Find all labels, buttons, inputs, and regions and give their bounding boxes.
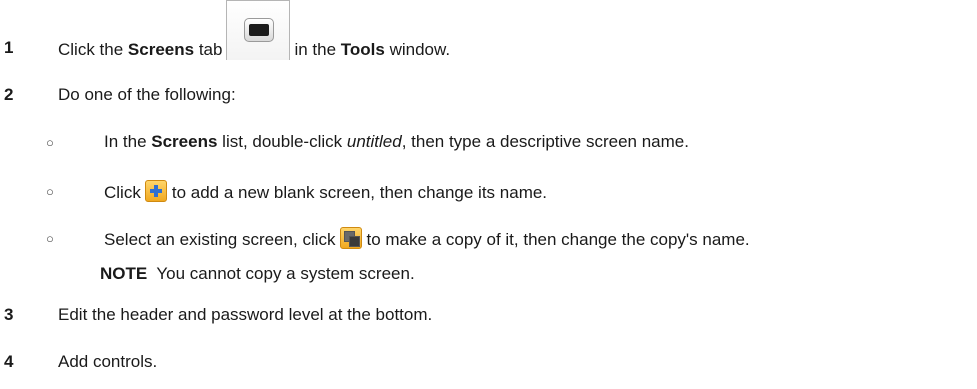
- bullet: ○: [46, 135, 54, 150]
- step-number: 2: [4, 85, 14, 104]
- note-text: NOTE You cannot copy a system screen.: [100, 264, 415, 283]
- step-text: Add controls.: [58, 352, 158, 371]
- step-number: 4: [4, 352, 14, 371]
- step-number: 3: [4, 305, 14, 324]
- note-label: NOTE: [100, 264, 148, 283]
- step-text: Do one of the following:: [58, 85, 236, 104]
- option-text: Click to add a new blank screen, then cha…: [104, 180, 547, 203]
- copy-screen-icon[interactable]: [339, 227, 362, 249]
- screens-label: Screens: [127, 40, 195, 59]
- screens-list-label: Screens: [151, 132, 218, 151]
- tools-label: Tools: [340, 40, 385, 59]
- step-text: Click the Screens tab in the Tools windo…: [58, 0, 450, 60]
- bullet: ○: [46, 184, 54, 199]
- option-text: Select an existing screen, click to make …: [104, 227, 750, 250]
- plus-icon[interactable]: [144, 180, 167, 202]
- untitled-label: untitled: [346, 132, 402, 151]
- step-text: Edit the header and password level at th…: [58, 305, 433, 324]
- step-number: 1: [4, 38, 14, 57]
- instructions-page: 1 Click the Screens tab in the Tools win…: [0, 0, 977, 389]
- bullet: ○: [46, 231, 54, 246]
- screen-monitor-icon: [244, 18, 275, 42]
- option-text: In the Screens list, double-click untitl…: [104, 132, 689, 151]
- screens-tab[interactable]: [226, 0, 291, 60]
